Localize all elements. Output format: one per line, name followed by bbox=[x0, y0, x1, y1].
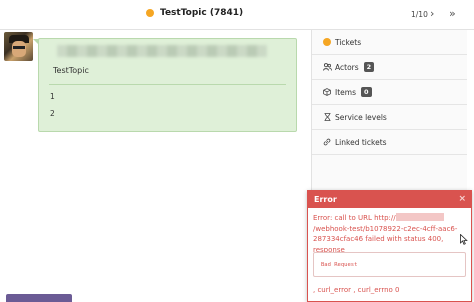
status-dot-icon bbox=[146, 9, 154, 17]
sidebar-item-label: Actors bbox=[335, 62, 359, 72]
blurred-header bbox=[57, 45, 267, 57]
sidebar-item-tickets[interactable]: Tickets bbox=[312, 30, 467, 55]
hourglass-icon bbox=[322, 113, 332, 121]
sidebar-item-linked-tickets[interactable]: Linked tickets bbox=[312, 130, 467, 155]
message-title: TestTopic bbox=[53, 66, 89, 75]
toast-footer: , curl_error , curl_errno 0 bbox=[313, 286, 400, 294]
sidebar-item-items[interactable]: Items 0 bbox=[312, 80, 467, 105]
avatar-face bbox=[12, 41, 26, 57]
sidebar-item-label: Linked tickets bbox=[335, 137, 387, 147]
ticket-title: TestTopic (7841) bbox=[160, 8, 244, 18]
sidebar-item-label: Service levels bbox=[335, 112, 387, 122]
message-line-2: 2 bbox=[50, 109, 55, 118]
count-badge: 2 bbox=[363, 62, 375, 72]
close-icon[interactable]: × bbox=[458, 194, 466, 204]
box-icon bbox=[322, 88, 332, 96]
message-bubble: TestTopic 1 2 bbox=[33, 38, 297, 132]
pager-count: 1/10 bbox=[411, 10, 428, 19]
redacted-host bbox=[395, 213, 444, 221]
toast-header: Error × bbox=[308, 191, 471, 208]
ticket-header: TestTopic (7841) 1/10 › » bbox=[0, 0, 474, 30]
sidebar-item-service-levels[interactable]: Service levels bbox=[312, 105, 467, 130]
ticket-title-wrap: TestTopic (7841) bbox=[146, 8, 243, 18]
response-box: Bad Request bbox=[313, 252, 466, 277]
message-divider bbox=[49, 84, 286, 85]
avatar bbox=[4, 32, 33, 61]
sidebar-item-label: Tickets bbox=[335, 37, 362, 47]
chevron-right-icon[interactable]: › bbox=[430, 7, 434, 20]
users-icon bbox=[322, 63, 332, 71]
toast-message: Error: call to URL http:// /webhook-test/… bbox=[313, 213, 463, 255]
count-badge: 0 bbox=[360, 87, 372, 97]
error-toast: Error × Error: call to URL http:// /webho… bbox=[307, 190, 472, 302]
avatar-glasses bbox=[13, 46, 25, 49]
sidebar-item-actors[interactable]: Actors 2 bbox=[312, 55, 467, 80]
double-chevron-right-icon[interactable]: » bbox=[449, 7, 456, 20]
message-line-1: 1 bbox=[50, 92, 55, 101]
orange-dot-icon bbox=[322, 38, 332, 46]
toast-message-suffix: /webhook-test/b1078922-c2ec-4cff-aac6-28… bbox=[313, 224, 458, 254]
bottom-action-button[interactable] bbox=[6, 294, 72, 302]
toast-title: Error bbox=[314, 195, 337, 204]
sidebar-item-label: Items bbox=[335, 87, 356, 97]
response-text: Bad Request bbox=[321, 262, 358, 268]
link-icon bbox=[322, 138, 332, 146]
toast-message-prefix: Error: call to URL http:// bbox=[313, 214, 396, 222]
